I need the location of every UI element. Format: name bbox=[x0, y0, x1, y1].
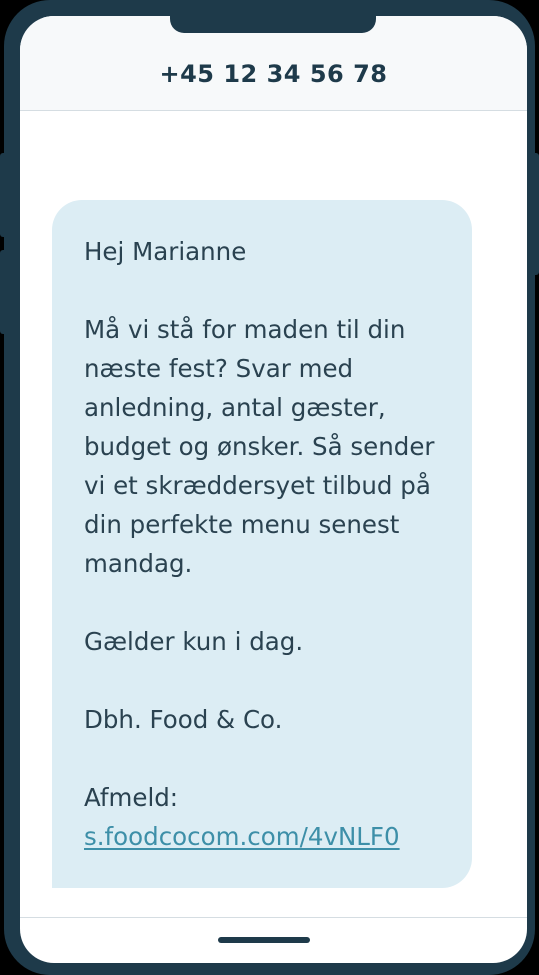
footer-divider bbox=[20, 917, 527, 918]
home-indicator[interactable] bbox=[218, 937, 310, 943]
message-body: Må vi stå for maden til din næste fest? … bbox=[84, 315, 435, 578]
unsubscribe-link[interactable]: s.foodcocom.com/4vNLF0 bbox=[84, 822, 400, 851]
phone-mockup: +45 12 34 56 78 Hej Marianne Må vi stå f… bbox=[0, 0, 539, 975]
sms-message-bubble: Hej Marianne Må vi stå for maden til din… bbox=[52, 200, 472, 888]
message-greeting: Hej Marianne bbox=[84, 237, 247, 266]
message-notice: Gælder kun i dag. bbox=[84, 627, 304, 656]
unsubscribe-block: Afmeld: s.foodcocom.com/4vNLF0 bbox=[84, 778, 440, 856]
message-signature: Dbh. Food & Co. bbox=[84, 705, 283, 734]
sender-phone-number: +45 12 34 56 78 bbox=[159, 60, 388, 88]
unsubscribe-label: Afmeld: bbox=[84, 783, 179, 812]
phone-notch bbox=[170, 16, 376, 33]
phone-frame: +45 12 34 56 78 Hej Marianne Må vi stå f… bbox=[4, 0, 535, 975]
phone-screen: +45 12 34 56 78 Hej Marianne Må vi stå f… bbox=[20, 16, 527, 963]
